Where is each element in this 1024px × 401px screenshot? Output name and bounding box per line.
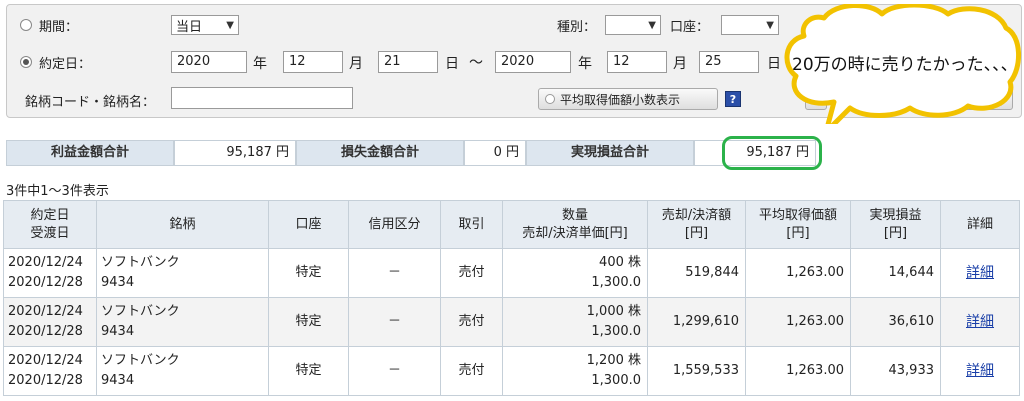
credit-cell: － xyxy=(348,297,441,347)
period-select[interactable]: 当日 ▼ xyxy=(171,15,239,35)
table-row: 2020/12/24 2020/12/28 ソフトバンク 9434 特定－売付 400 株… xyxy=(3,248,1020,298)
quantity-cell: 1,000 株 1,300.0 xyxy=(502,297,648,347)
realized-pl-cell: 14,644 xyxy=(850,248,941,298)
detail-link[interactable]: 詳細 xyxy=(966,314,994,330)
contract-date-label: 約定日： xyxy=(39,57,92,72)
col-credit[interactable]: 信用区分 xyxy=(348,200,441,249)
realized-pl-cell: 43,933 xyxy=(850,346,941,396)
code-label: 銘柄コード・銘柄名： xyxy=(25,95,156,110)
day-unit: 日 xyxy=(445,56,459,72)
avg-decimal-label: 平均取得価額小数表示 xyxy=(560,92,681,107)
from-year-input[interactable]: 2020 xyxy=(171,51,247,73)
month-unit: 月 xyxy=(673,56,687,72)
chevron-down-icon: ▼ xyxy=(766,19,774,31)
speech-bubble: 20万の時に売りたかった、、、 xyxy=(784,4,1022,124)
profit-total-label: 利益金額合計 xyxy=(6,140,174,166)
month-unit: 月 xyxy=(349,56,363,72)
account-label: 口座： xyxy=(670,20,710,35)
chevron-down-icon: ▼ xyxy=(648,19,656,31)
highlight-ring xyxy=(722,136,822,170)
avg-price-cell: 1,263.00 xyxy=(745,248,851,298)
realized-pl-cell: 36,610 xyxy=(850,297,941,347)
trade-cell: 売付 xyxy=(440,297,503,347)
stock-cell: ソフトバンク 9434 xyxy=(96,297,269,347)
col-detail: 詳細 xyxy=(940,200,1020,249)
avg-price-cell: 1,263.00 xyxy=(745,297,851,347)
table-header-row: 約定日 受渡日 銘柄 口座 信用区分 取引 数量 売却/決済単価[円] 売却/決済額… xyxy=(3,200,1020,249)
realized-total-label: 実現損益合計 xyxy=(526,140,694,166)
col-realized-pl[interactable]: 実現損益 [円] xyxy=(850,200,941,249)
radio-dot-icon xyxy=(545,94,555,104)
to-day-input[interactable]: 25 xyxy=(699,51,759,73)
detail-cell: 詳細 xyxy=(940,248,1020,298)
sale-amount-cell: 519,844 xyxy=(647,248,746,298)
trade-cell: 売付 xyxy=(440,346,503,396)
stock-cell: ソフトバンク 9434 xyxy=(96,346,269,396)
profit-total-value: 95,187 円 xyxy=(174,140,296,166)
col-avg-price[interactable]: 平均取得価額 [円] xyxy=(745,200,851,249)
stock-cell: ソフトバンク 9434 xyxy=(96,248,269,298)
account-select[interactable]: ▼ xyxy=(721,15,779,35)
speech-bubble-text: 20万の時に売りたかった、、、 xyxy=(792,55,1018,75)
account-cell: 特定 xyxy=(268,248,349,298)
period-select-value: 当日 xyxy=(176,19,203,35)
to-year-input[interactable]: 2020 xyxy=(495,51,571,73)
col-stock[interactable]: 銘柄 xyxy=(96,200,269,249)
account-cell: 特定 xyxy=(268,346,349,396)
from-day-input[interactable]: 21 xyxy=(378,51,438,73)
results-table: 約定日 受渡日 銘柄 口座 信用区分 取引 数量 売却/決済単価[円] 売却/決済額… xyxy=(3,200,1020,396)
stock-code-input[interactable] xyxy=(171,87,353,109)
detail-cell: 詳細 xyxy=(940,346,1020,396)
detail-link[interactable]: 詳細 xyxy=(966,265,994,281)
from-month-input[interactable]: 12 xyxy=(283,51,343,73)
quantity-cell: 1,200 株 1,300.0 xyxy=(502,346,648,396)
col-date[interactable]: 約定日 受渡日 xyxy=(3,200,97,249)
day-unit: 日 xyxy=(767,56,781,72)
to-month-input[interactable]: 12 xyxy=(607,51,667,73)
trade-cell: 売付 xyxy=(440,248,503,298)
col-trade[interactable]: 取引 xyxy=(440,200,503,249)
help-icon[interactable]: ? xyxy=(725,91,741,107)
chevron-down-icon: ▼ xyxy=(226,19,234,31)
detail-link[interactable]: 詳細 xyxy=(966,363,994,379)
col-quantity[interactable]: 数量 売却/決済単価[円] xyxy=(502,200,648,249)
date-cell: 2020/12/24 2020/12/28 xyxy=(3,297,97,347)
avg-decimal-button[interactable]: 平均取得価額小数表示 xyxy=(538,88,718,110)
year-unit: 年 xyxy=(578,56,592,72)
account-cell: 特定 xyxy=(268,297,349,347)
type-select[interactable]: ▼ xyxy=(605,15,661,35)
summary-row: 利益金額合計 95,187 円 損失金額合計 0 円 実現損益合計 95,187… xyxy=(6,140,816,166)
col-account[interactable]: 口座 xyxy=(268,200,349,249)
type-label: 種別： xyxy=(557,20,597,35)
period-label: 期間： xyxy=(39,20,79,35)
quantity-cell: 400 株 1,300.0 xyxy=(502,248,648,298)
period-radio[interactable] xyxy=(20,19,32,31)
year-unit: 年 xyxy=(253,56,267,72)
table-row: 2020/12/24 2020/12/28 ソフトバンク 9434 特定－売付 1,000… xyxy=(3,297,1020,347)
table-row: 2020/12/24 2020/12/28 ソフトバンク 9434 特定－売付 1,200… xyxy=(3,346,1020,396)
date-cell: 2020/12/24 2020/12/28 xyxy=(3,346,97,396)
detail-cell: 詳細 xyxy=(940,297,1020,347)
contract-date-radio[interactable] xyxy=(20,56,32,68)
range-tilde: ～ xyxy=(469,55,483,71)
credit-cell: － xyxy=(348,248,441,298)
loss-total-value: 0 円 xyxy=(464,140,526,166)
sale-amount-cell: 1,299,610 xyxy=(647,297,746,347)
credit-cell: － xyxy=(348,346,441,396)
col-sale-amount[interactable]: 売却/決済額 [円] xyxy=(647,200,746,249)
avg-price-cell: 1,263.00 xyxy=(745,346,851,396)
sale-amount-cell: 1,559,533 xyxy=(647,346,746,396)
date-cell: 2020/12/24 2020/12/28 xyxy=(3,248,97,298)
loss-total-label: 損失金額合計 xyxy=(296,140,464,166)
result-count: 3件中1～3件表示 xyxy=(6,184,109,199)
